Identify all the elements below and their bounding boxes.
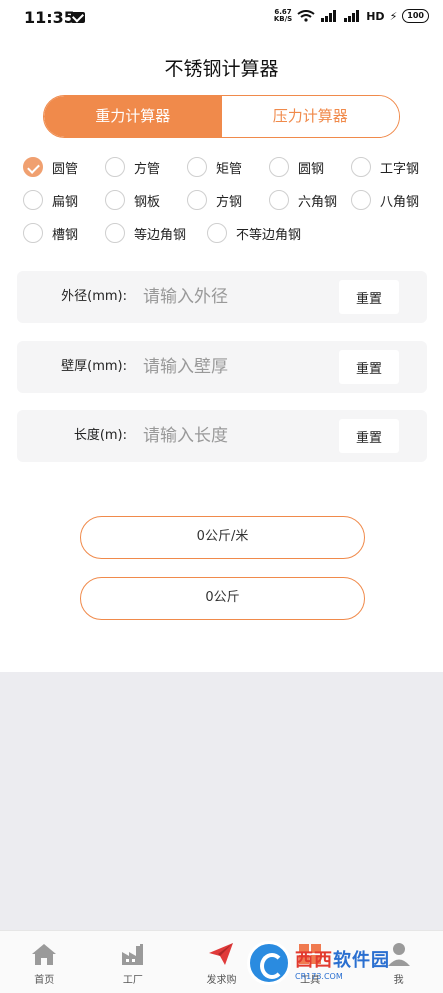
page-title: 不锈钢计算器 [164,58,279,80]
length-input[interactable] [143,420,333,452]
radio[interactable] [269,157,289,177]
option-i-beam[interactable]: 工字钢 [351,157,419,177]
charging-icon: ⚡ [389,9,398,23]
tab-gravity-calculator[interactable]: 重力计算器 [44,96,222,137]
status-indicators: 6.67 KB/S HD ⚡ 100 [274,9,429,23]
watermark-logo: 西西软件园 CR173.COM [247,940,427,986]
radio[interactable] [187,190,207,210]
result-per-meter: 0公斤/米 [80,516,365,559]
wall-thickness-reset-button[interactable]: 重置 [339,350,399,384]
length-row: 长度(m): 重置 [17,410,427,462]
status-bar: 11:35 6.67 KB/S HD ⚡ 100 [0,0,443,36]
option-rect-pipe[interactable]: 矩管 [187,157,242,177]
network-speed: 6.67 KB/S [273,8,293,23]
tab-label: 工厂 [122,975,143,986]
tab-pressure-calculator[interactable]: 压力计算器 [221,96,399,137]
radio[interactable] [105,190,125,210]
radio[interactable] [23,223,43,243]
option-equal-angle[interactable]: 等边角钢 [105,223,186,243]
wall-thickness-input[interactable] [143,351,333,383]
outer-diameter-row: 外径(mm): 重置 [17,271,427,323]
mode-tabs: 重力计算器 压力计算器 [43,95,400,138]
radio-checked[interactable] [23,157,43,177]
radio[interactable] [351,190,371,210]
outer-diameter-label: 外径(mm): [61,289,127,304]
wall-thickness-row: 壁厚(mm): 重置 [17,341,427,393]
wifi-icon [297,10,315,22]
option-hex-bar[interactable]: 六角钢 [269,190,337,210]
mail-icon [71,12,85,23]
option-steel-plate[interactable]: 钢板 [105,190,160,210]
watermark-badge-icon [247,941,291,985]
option-square-pipe[interactable]: 方管 [105,157,160,177]
option-round-bar[interactable]: 圆钢 [269,157,324,177]
option-square-bar[interactable]: 方钢 [187,190,242,210]
length-label: 长度(m): [73,428,127,443]
option-unequal-angle[interactable]: 不等边角钢 [207,223,301,243]
outer-diameter-input[interactable] [143,281,333,313]
result-total: 0公斤 [80,577,365,620]
radio[interactable] [351,157,371,177]
radio[interactable] [269,190,289,210]
option-oct-bar[interactable]: 八角钢 [351,190,419,210]
option-flat-bar[interactable]: 扁钢 [23,190,78,210]
radio[interactable] [23,190,43,210]
length-reset-button[interactable]: 重置 [339,419,399,453]
paper-plane-icon [209,943,234,965]
network-type: HD [366,9,385,23]
radio[interactable] [187,157,207,177]
signal-icon [321,10,337,22]
watermark-text: 西西软件园 CR173.COM [295,949,390,981]
tab-home[interactable]: 首页 [0,931,89,993]
calculator-panel: 11:35 6.67 KB/S HD ⚡ 100 不锈钢计算器 重力计算器 压力… [0,0,443,672]
signal-icon-2 [344,10,360,22]
factory-icon [121,944,143,965]
battery-level: 100 [402,9,429,23]
home-icon [32,944,57,965]
tab-label: 首页 [34,975,55,986]
outer-diameter-reset-button[interactable]: 重置 [339,280,399,314]
option-channel[interactable]: 槽钢 [23,223,78,243]
status-time: 11:35 [24,8,75,27]
radio[interactable] [105,223,125,243]
radio[interactable] [105,157,125,177]
radio[interactable] [207,223,227,243]
tab-factory[interactable]: 工厂 [89,931,178,993]
wall-thickness-label: 壁厚(mm): [61,359,127,374]
option-round-pipe[interactable]: 圆管 [23,157,78,177]
